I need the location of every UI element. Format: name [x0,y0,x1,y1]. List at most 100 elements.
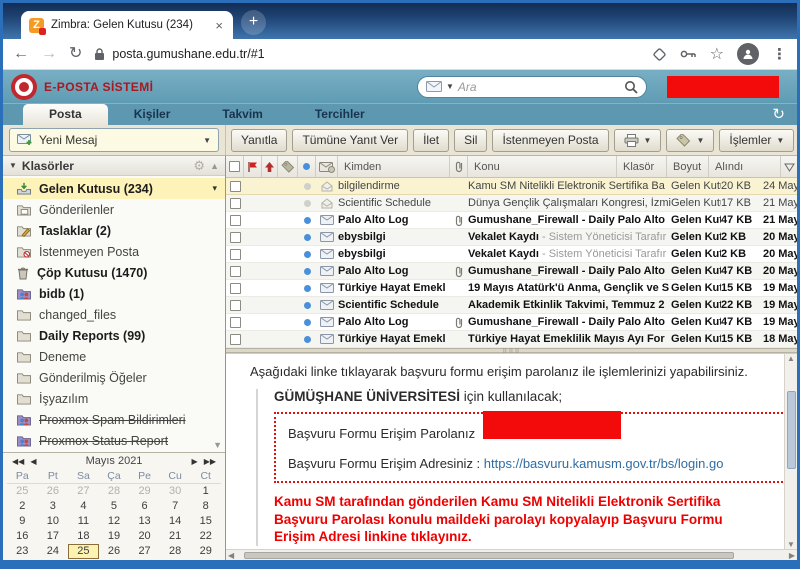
calendar-date-26[interactable]: 26 [99,544,130,559]
mail-row[interactable]: Scientific Schedule Dünya Gençlik Çalışm… [226,195,797,212]
search-icon[interactable] [624,80,638,94]
extension-icon[interactable] [652,47,667,62]
read-status-dot[interactable] [298,217,316,224]
tag-button[interactable]: ▼ [666,129,714,152]
calendar-date-9[interactable]: 9 [7,514,38,529]
mail-row[interactable]: ebysbilgi Vekalet Kaydı - Sistem Yönetic… [226,229,797,246]
calendar-date-1[interactable]: 1 [68,559,99,560]
calendar-date-5[interactable]: 5 [190,559,221,560]
calendar-date-29[interactable]: 29 [129,484,160,499]
calendar-date-18[interactable]: 18 [68,529,99,544]
read-status-dot[interactable] [298,302,316,309]
row-checkbox[interactable] [226,249,244,260]
row-checkbox[interactable] [226,283,244,294]
mail-row[interactable]: Türkiye Hayat Emekl Türkiye Hayat Emekli… [226,331,797,348]
calendar-date-4[interactable]: 4 [68,499,99,514]
calendar-date-27[interactable]: 27 [129,544,160,559]
row-checkbox[interactable] [226,300,244,311]
mail-row[interactable]: Scientific Schedule Akademik Etkinlik Ta… [226,297,797,314]
calendar-date-15[interactable]: 15 [190,514,221,529]
profile-avatar[interactable] [737,43,759,65]
tab-tercihler[interactable]: Tercihler [289,104,391,125]
from-column-header[interactable]: Kimden [338,156,450,177]
mail-row[interactable]: Palo Alto Log Gumushane_Firewall - Daily… [226,314,797,331]
read-status-dot[interactable] [298,251,316,258]
calendar-next-month-icon[interactable]: ▶ [189,457,201,466]
sidebar-folder-i-stenmeyen-posta[interactable]: İstenmeyen Posta [3,241,225,262]
calendar-date-17[interactable]: 17 [38,529,69,544]
row-checkbox[interactable] [226,215,244,226]
row-checkbox[interactable] [226,317,244,328]
calendar-prev-year-icon[interactable]: ◀◀ [9,457,27,466]
calendar-date-20[interactable]: 20 [129,529,160,544]
row-checkbox[interactable] [226,198,244,209]
sidebar-folder-taslaklar-2[interactable]: Taslaklar (2) [3,220,225,241]
address-bar[interactable]: posta.gumushane.edu.tr/#1 [94,47,639,61]
read-status-dot[interactable] [298,234,316,241]
sidebar-folder-daily-reports-99[interactable]: Daily Reports (99) [3,325,225,346]
new-tab-button[interactable]: + [241,10,266,35]
sidebar-scroll-up-icon[interactable]: ▲ [210,161,219,171]
calendar-date-24[interactable]: 24 [38,544,69,559]
folders-collapse-caret-icon[interactable]: ▼ [9,161,17,170]
hscroll-thumb[interactable] [244,552,734,559]
calendar-date-11[interactable]: 11 [68,514,99,529]
reading-scroll-down-icon[interactable]: ▼ [787,540,795,549]
mail-row[interactable]: Palo Alto Log Gumushane_Firewall - Daily… [226,263,797,280]
calendar-date-14[interactable]: 14 [160,514,191,529]
search-bar[interactable]: ▼ Ara [417,76,647,98]
calendar-date-8[interactable]: 8 [190,499,221,514]
tab-posta[interactable]: Posta [23,104,108,125]
search-scope-caret-icon[interactable]: ▼ [446,82,454,91]
hscroll-left-icon[interactable]: ◀ [228,551,234,560]
gear-icon[interactable]: ⚙ [193,158,205,174]
key-icon[interactable] [680,49,697,59]
calendar-date-26[interactable]: 26 [38,484,69,499]
calendar-date-7[interactable]: 7 [160,499,191,514]
tag-column-header[interactable] [278,156,298,177]
calendar-date-13[interactable]: 13 [129,514,160,529]
folder-caret-icon[interactable]: ▾ [212,183,217,194]
calendar-date-4[interactable]: 4 [160,559,191,560]
sidebar-folder-g-nderilmi-eler[interactable]: Gönderilmiş Öğeler [3,367,225,388]
calendar-prev-month-icon[interactable]: ◀ [27,457,39,466]
actions-button[interactable]: İşlemler ▼ [719,129,794,152]
sidebar-folder-bidb-1[interactable]: bidb (1) [3,283,225,304]
calendar-date-30[interactable]: 30 [160,484,191,499]
sidebar-folder-changed-files[interactable]: changed_files [3,304,225,325]
bookmark-star-icon[interactable]: ☆ [710,44,724,64]
size-column-header[interactable]: Boyut [667,156,709,177]
received-column-header[interactable]: Alındı [709,156,781,177]
reading-hscrollbar[interactable]: ◀ ▶ [226,549,797,560]
row-checkbox[interactable] [226,266,244,277]
row-checkbox[interactable] [226,232,244,243]
sidebar-folder-deneme[interactable]: Deneme [3,346,225,367]
calendar-date-12[interactable]: 12 [99,514,130,529]
mail-row[interactable]: ebysbilgi Vekalet Kaydı - Sistem Yönetic… [226,246,797,263]
calendar-date-3[interactable]: 3 [38,499,69,514]
folder-column-header[interactable]: Klasör [617,156,667,177]
flag-column-header[interactable] [244,156,262,177]
calendar-next-year-icon[interactable]: ▶▶ [201,457,219,466]
sidebar-scroll-down-icon[interactable]: ▼ [213,440,222,450]
hscroll-right-icon[interactable]: ▶ [789,551,795,560]
new-message-button[interactable]: Yeni Mesaj ▼ [9,128,219,152]
reading-scroll-thumb[interactable] [787,391,796,469]
calendar-date-31[interactable]: 31 [38,559,69,560]
calendar-date-30[interactable]: 30 [7,559,38,560]
calendar-date-19[interactable]: 19 [99,529,130,544]
sidebar-folder-proxmox-status-report[interactable]: Proxmox Status Report [3,430,225,451]
i-stenmeyen-posta-button[interactable]: İstenmeyen Posta [492,129,608,152]
read-status-dot[interactable] [298,336,316,343]
calendar-date-5[interactable]: 5 [99,499,130,514]
mail-row[interactable]: Türkiye Hayat Emekl 19 Mayıs Atatürk'ü A… [226,280,797,297]
calendar-date-28[interactable]: 28 [160,544,191,559]
read-status-dot[interactable] [298,200,316,207]
new-message-caret-icon[interactable]: ▼ [203,136,211,145]
t-m-ne-yan-t-ver-button[interactable]: Tümüne Yanıt Ver [292,129,408,152]
reading-scroll-up-icon[interactable]: ▲ [787,354,795,363]
calendar-date-22[interactable]: 22 [190,529,221,544]
calendar-date-16[interactable]: 16 [7,529,38,544]
priority-column-header[interactable] [262,156,278,177]
i-let-button[interactable]: İlet [413,129,449,152]
